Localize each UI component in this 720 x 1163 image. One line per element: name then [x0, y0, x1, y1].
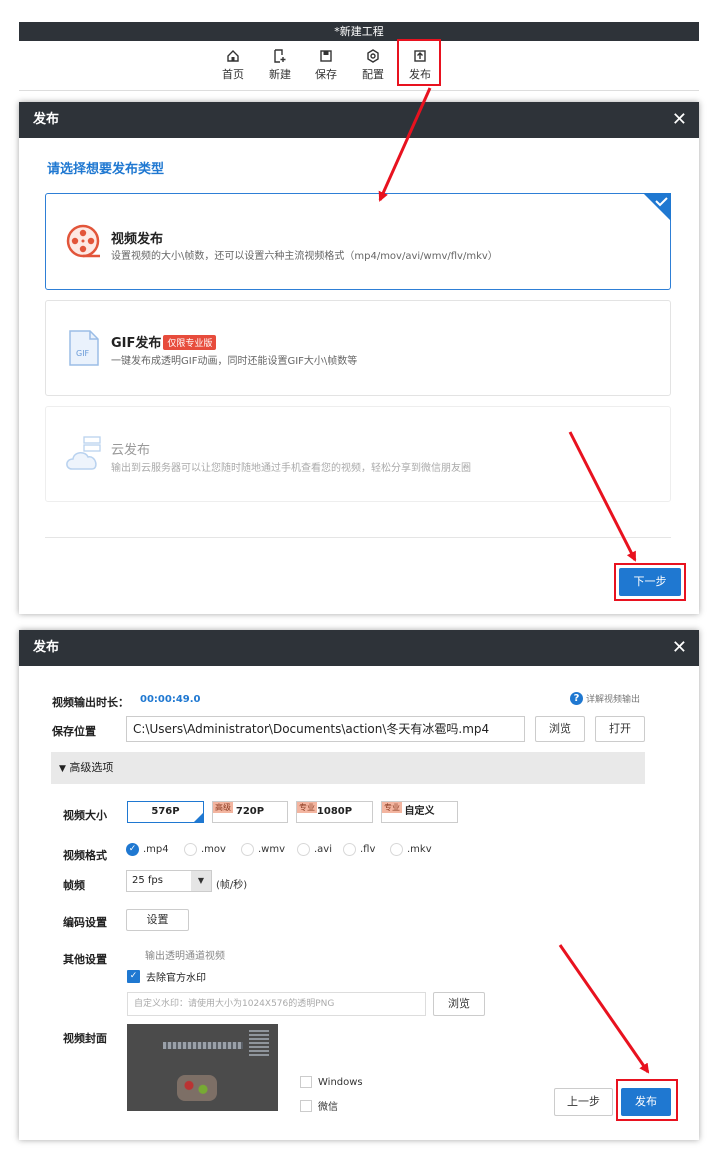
video-publish-desc: 设置视频的大小\帧数，还可以设置六种主流视频格式（mp4/mov/avi/wmv…	[111, 251, 498, 262]
advanced-options-toggle[interactable]: ▼ 高级选项	[51, 752, 645, 784]
save-icon	[320, 50, 332, 62]
cover-photo-graphic	[177, 1075, 217, 1101]
duration-label: 视频输出时长：	[52, 696, 129, 709]
film-reel-icon	[66, 224, 100, 258]
format-flv-radio[interactable]: .flv	[343, 843, 375, 856]
format-wmv-radio[interactable]: .wmv	[241, 843, 285, 856]
watermark-browse-button[interactable]: 浏览	[433, 992, 485, 1016]
video-cover-thumbnail[interactable]	[127, 1024, 278, 1111]
cloud-publish-title: 云发布	[111, 443, 151, 458]
help-icon: ?	[570, 692, 583, 705]
gif-publish-desc: 一键发布成透明GIF动画，同时还能设置GIF大小\帧数等	[111, 356, 358, 367]
video-size-label: 视频大小	[63, 809, 107, 822]
alpha-channel-option[interactable]: 输出透明通道视频	[127, 947, 225, 962]
video-publish-card[interactable]: 视频发布 设置视频的大小\帧数，还可以设置六种主流视频格式（mp4/mov/av…	[45, 193, 671, 290]
custom-watermark-input[interactable]: 自定义水印：请使用大小为1024X576的透明PNG	[127, 992, 426, 1016]
video-cover-label: 视频封面	[63, 1032, 107, 1045]
close-icon[interactable]: ✕	[672, 102, 687, 138]
radio-circle	[297, 843, 310, 856]
encode-settings-label: 编码设置	[63, 916, 107, 929]
publish-settings-dialog: 发布 ✕ 视频输出时长： 00:00:49.0 ? 详解视频输出 保存位置 C:…	[19, 630, 699, 1140]
size-576p-option[interactable]: 576P	[127, 801, 204, 823]
publish-highlight-box	[397, 39, 441, 86]
toolbar-home-button[interactable]: 首页	[213, 49, 253, 82]
save-location-label: 保存位置	[52, 725, 96, 738]
cover-windows-option[interactable]: Windows	[300, 1076, 363, 1088]
next-step-highlight-box	[614, 563, 686, 601]
encode-settings-button[interactable]: 设置	[126, 909, 189, 931]
pro-only-badge: 仅限专业版	[163, 335, 217, 350]
checkbox-checked-icon: ✓	[127, 970, 140, 983]
app-title-bar: *新建工程	[19, 22, 699, 41]
gif-file-icon: GIF	[69, 330, 99, 366]
divider	[45, 537, 671, 538]
dialog-header: 发布 ✕	[19, 102, 699, 138]
checkbox	[300, 1099, 312, 1112]
toolbar-settings-button[interactable]: 配置	[353, 49, 393, 82]
selected-corner-icon	[194, 813, 203, 822]
cloud-publish-desc: 输出到云服务器可以让您随时随地通过手机查看您的视频，轻松分享到微信朋友圈	[111, 463, 471, 474]
svg-text:GIF: GIF	[76, 349, 90, 358]
cover-wechat-option[interactable]: 微信	[300, 1098, 338, 1113]
size-720p-option[interactable]: 高级 720P	[212, 801, 288, 823]
remove-watermark-option[interactable]: ✓ 去除官方水印	[127, 969, 206, 984]
selected-check-icon	[643, 193, 671, 221]
advanced-tag: 高级	[213, 802, 233, 813]
toolbar: 首页 新建 保存 配置 发布	[19, 41, 699, 91]
cloud-server-icon	[66, 436, 101, 470]
format-mov-radio[interactable]: .mov	[184, 843, 226, 856]
triangle-down-icon: ▼	[59, 764, 66, 774]
help-link[interactable]: ? 详解视频输出	[570, 692, 640, 705]
format-mp4-radio[interactable]: ✓ .mp4	[126, 843, 169, 856]
browse-path-button[interactable]: 浏览	[535, 716, 585, 742]
cloud-publish-card[interactable]: 云发布 输出到云服务器可以让您随时随地通过手机查看您的视频，轻松分享到微信朋友圈	[45, 406, 671, 502]
dialog-title: 发布	[33, 640, 60, 655]
video-publish-title: 视频发布	[111, 232, 164, 247]
format-mkv-radio[interactable]: .mkv	[390, 843, 432, 856]
fps-unit: (帧/秒)	[216, 880, 248, 891]
gif-publish-card[interactable]: GIF GIF发布 仅限专业版 一键发布成透明GIF动画，同时还能设置GIF大小\…	[45, 300, 671, 396]
toolbar-new-button[interactable]: 新建	[260, 49, 300, 82]
fps-select[interactable]: 25 fps ▼	[126, 870, 212, 892]
settings-icon	[367, 49, 379, 63]
home-icon	[227, 50, 239, 62]
fps-label: 帧频	[63, 879, 85, 892]
radio-circle	[343, 843, 356, 856]
checkbox-empty	[127, 949, 139, 961]
dialog-title: 发布	[33, 112, 60, 127]
gif-publish-title: GIF发布 仅限专业版	[111, 332, 217, 351]
other-settings-label: 其他设置	[63, 953, 107, 966]
previous-step-button[interactable]: 上一步	[554, 1088, 613, 1116]
open-folder-button[interactable]: 打开	[595, 716, 645, 742]
radio-circle	[390, 843, 403, 856]
publish-type-prompt: 请选择想要发布类型	[47, 162, 165, 177]
save-path-input[interactable]: C:\Users\Administrator\Documents\action\…	[126, 716, 525, 742]
size-1080p-option[interactable]: 专业 1080P	[296, 801, 373, 823]
dropdown-arrow-icon: ▼	[191, 871, 211, 891]
radio-circle	[184, 843, 197, 856]
checked-circle-icon: ✓	[126, 843, 139, 856]
pro-tag: 专业	[382, 802, 402, 813]
size-custom-option[interactable]: 专业 自定义	[381, 801, 458, 823]
publish-highlight-box	[616, 1079, 678, 1121]
publish-type-dialog: 发布 ✕ 请选择想要发布类型 视频发布 设置视频的大小\帧数，还可以设置六种主流…	[19, 102, 699, 614]
radio-circle	[241, 843, 254, 856]
close-icon[interactable]: ✕	[672, 630, 687, 666]
checkbox	[300, 1076, 312, 1088]
app-title: *新建工程	[334, 25, 384, 38]
format-avi-radio[interactable]: .avi	[297, 843, 332, 856]
duration-value: 00:00:49.0	[140, 694, 201, 705]
cover-side-graphic	[249, 1028, 269, 1056]
video-format-label: 视频格式	[63, 849, 107, 862]
toolbar-save-button[interactable]: 保存	[306, 49, 346, 82]
cover-banner-graphic	[163, 1042, 243, 1049]
dialog-header: 发布 ✕	[19, 630, 699, 666]
pro-tag: 专业	[297, 802, 317, 813]
new-file-icon	[274, 49, 286, 63]
